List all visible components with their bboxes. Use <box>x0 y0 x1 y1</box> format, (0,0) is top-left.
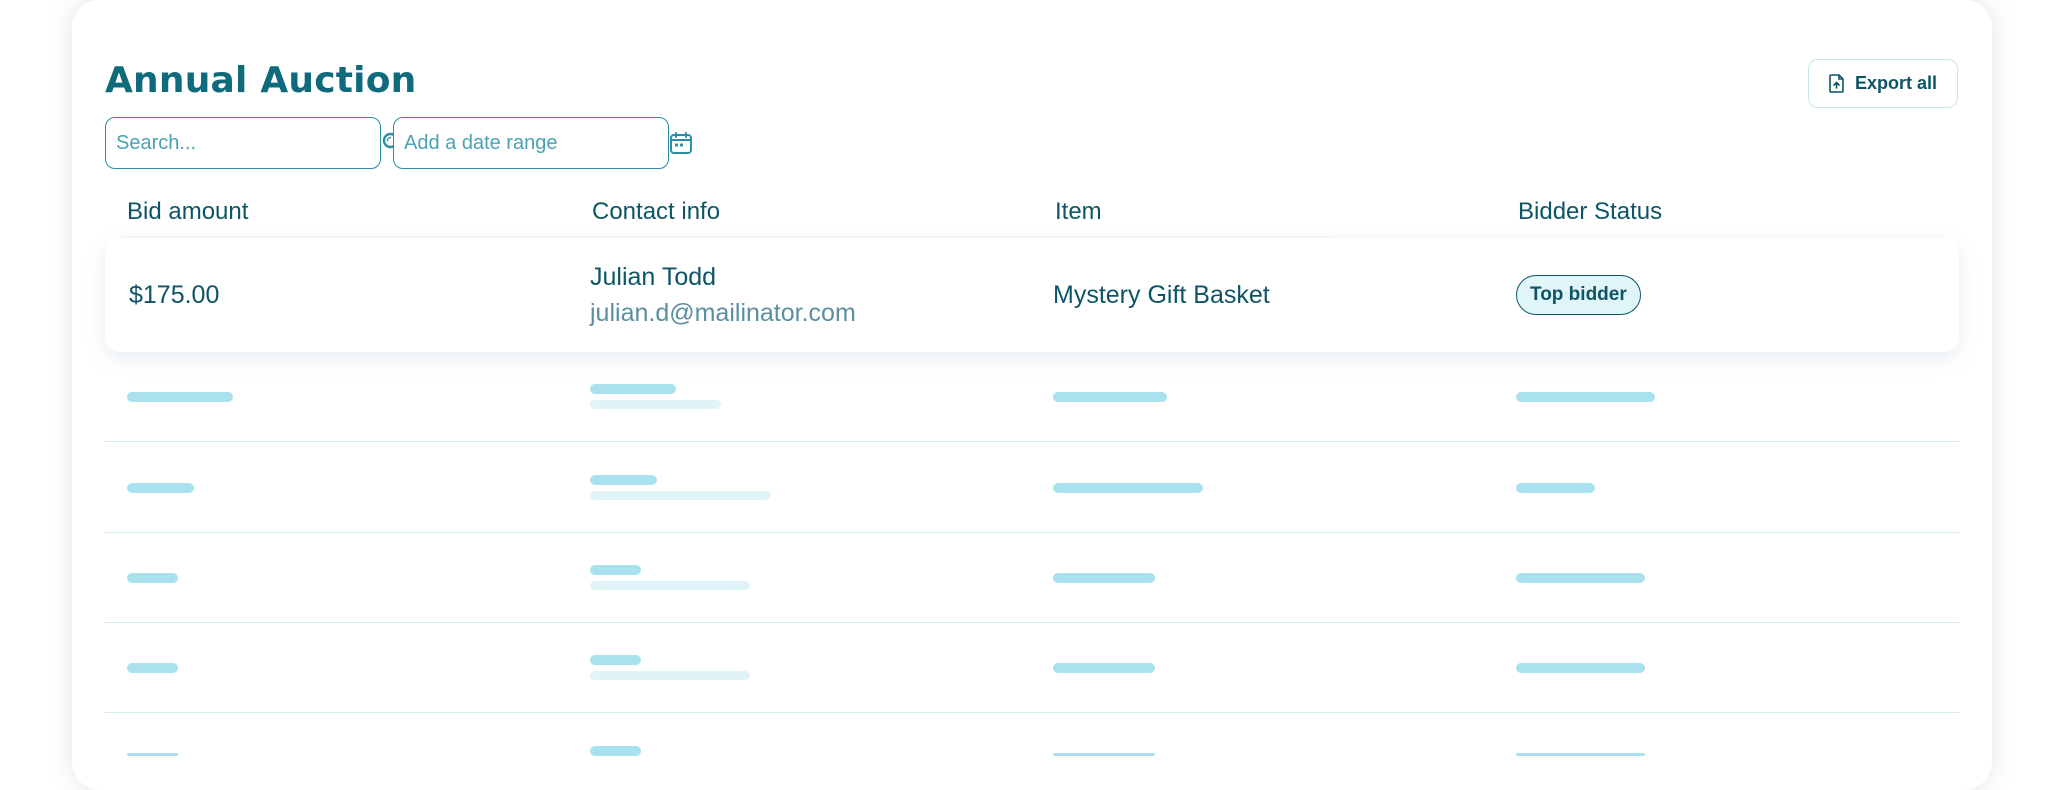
skeleton-bar <box>1053 483 1203 493</box>
skeleton-bar <box>1053 392 1167 402</box>
date-range-field[interactable] <box>393 117 692 169</box>
contact-email[interactable]: julian.d@mailinator.com <box>590 299 856 328</box>
skeleton-bar <box>1516 573 1645 583</box>
header-divider <box>122 236 1334 237</box>
skeleton-bar <box>590 400 721 409</box>
skeleton-bar <box>127 483 194 493</box>
skeleton-bar <box>1516 663 1645 673</box>
search-input[interactable] <box>116 131 381 155</box>
export-all-label: Export all <box>1854 73 1938 93</box>
skeleton-bar <box>1053 663 1155 673</box>
skeleton-bar <box>590 565 641 575</box>
row-divider <box>105 532 1959 533</box>
bid-amount: $175.00 <box>129 281 220 309</box>
skeleton-bar <box>1516 392 1655 402</box>
skeleton-bar <box>590 384 676 394</box>
skeleton-bar <box>590 655 641 665</box>
column-header-bidder-status[interactable]: Bidder Status <box>1518 198 1662 226</box>
row-divider <box>105 441 1959 442</box>
table-row[interactable] <box>105 238 1959 352</box>
skeleton-bar <box>590 475 657 485</box>
skeleton-bar <box>127 392 233 402</box>
skeleton-bar <box>590 581 750 590</box>
row-divider <box>105 712 1959 713</box>
status-badge: Top bidder <box>1516 275 1641 315</box>
skeleton-bar <box>1516 483 1595 493</box>
skeleton-bar <box>1053 573 1155 583</box>
row-divider <box>105 622 1959 623</box>
item-name: Mystery Gift Basket <box>1053 281 1270 309</box>
export-all-button[interactable]: Export all <box>1808 59 1958 108</box>
date-range-input[interactable] <box>404 131 669 155</box>
page-title: Annual Auction <box>105 60 417 101</box>
calendar-icon[interactable] <box>669 130 693 156</box>
column-header-contact-info[interactable]: Contact info <box>592 198 720 226</box>
column-header-item[interactable]: Item <box>1055 198 1102 226</box>
skeleton-bar <box>590 746 641 756</box>
skeleton-bar <box>127 663 178 673</box>
skeleton-bar <box>127 573 178 583</box>
skeleton-bar <box>590 671 750 680</box>
column-header-bid-amount[interactable]: Bid amount <box>127 198 248 226</box>
search-field[interactable] <box>105 117 404 169</box>
file-export-icon <box>1829 74 1845 93</box>
contact-name: Julian Todd <box>590 263 717 291</box>
skeleton-bar <box>590 491 771 500</box>
